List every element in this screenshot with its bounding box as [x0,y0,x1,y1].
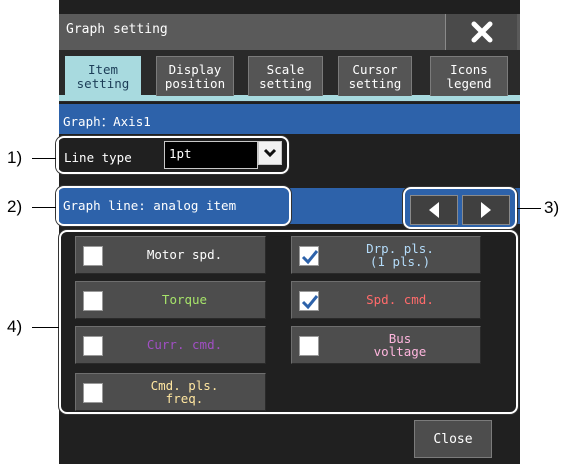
checkmark-icon [301,250,319,265]
analog-item-button[interactable]: Motor spd. [75,236,266,274]
item-label: Torque [161,292,208,307]
callout-label-1: 1) [7,148,23,167]
analog-item-button[interactable]: Bus voltage [291,326,481,364]
item-label: Cmd. pls. freq. [150,378,219,406]
next-graph-line-button[interactable] [462,195,510,225]
analog-item-button[interactable]: Cmd. pls. freq. [75,373,266,411]
callout-leader-4 [32,327,59,328]
triangle-right-icon [481,202,491,218]
analog-item-button[interactable]: Spd. cmd. [291,281,481,319]
tab-icons-legend[interactable]: Icons legend [430,56,508,96]
dialog-title: Graph setting [66,22,168,37]
prev-graph-line-button[interactable] [410,195,458,225]
close-button[interactable]: Close [414,420,492,458]
analog-item-button[interactable]: Drp. pls. (1 pls.) [291,236,481,274]
line-type-select[interactable]: 1pt [164,141,258,169]
close-dialog-button[interactable] [445,14,517,50]
item-label: Drp. pls. (1 pls.) [366,241,434,269]
item-checkbox[interactable] [83,336,103,356]
chevron-down-icon [263,148,277,158]
item-checkbox[interactable] [83,383,103,403]
triangle-left-icon [429,202,439,218]
callout-label-2: 2) [7,197,23,216]
graph-line-label: Graph line: analog item [63,198,237,213]
checkmark-icon [301,295,319,310]
analog-item-button[interactable]: Torque [75,281,266,319]
close-x-icon [471,21,492,43]
tab-display-position[interactable]: Display position [156,56,234,96]
item-label: Bus voltage [373,331,427,359]
callout-leader-2 [32,207,56,208]
item-checkbox[interactable] [83,246,103,266]
item-checkbox[interactable] [299,291,319,311]
tab-scale-setting[interactable]: Scale setting [248,56,323,96]
analog-item-button[interactable]: Curr. cmd. [75,326,266,364]
item-label: Spd. cmd. [366,292,434,307]
line-type-label: Line type [64,150,132,165]
callout-label-3: 3) [544,198,560,217]
item-label: Motor spd. [146,247,223,262]
tab-cursor-setting[interactable]: Cursor setting [338,56,412,96]
callout-leader-1 [32,158,56,159]
callout-label-4: 4) [7,317,23,336]
item-checkbox[interactable] [299,336,319,356]
graph-axis-label: Graph：Axis1 [63,114,151,129]
tab-item-setting[interactable]: Item setting [65,56,141,96]
line-type-dropdown-button[interactable] [258,141,282,165]
item-label: Curr. cmd. [146,337,223,352]
item-checkbox[interactable] [83,291,103,311]
callout-leader-3 [517,208,541,209]
item-checkbox[interactable] [299,246,319,266]
